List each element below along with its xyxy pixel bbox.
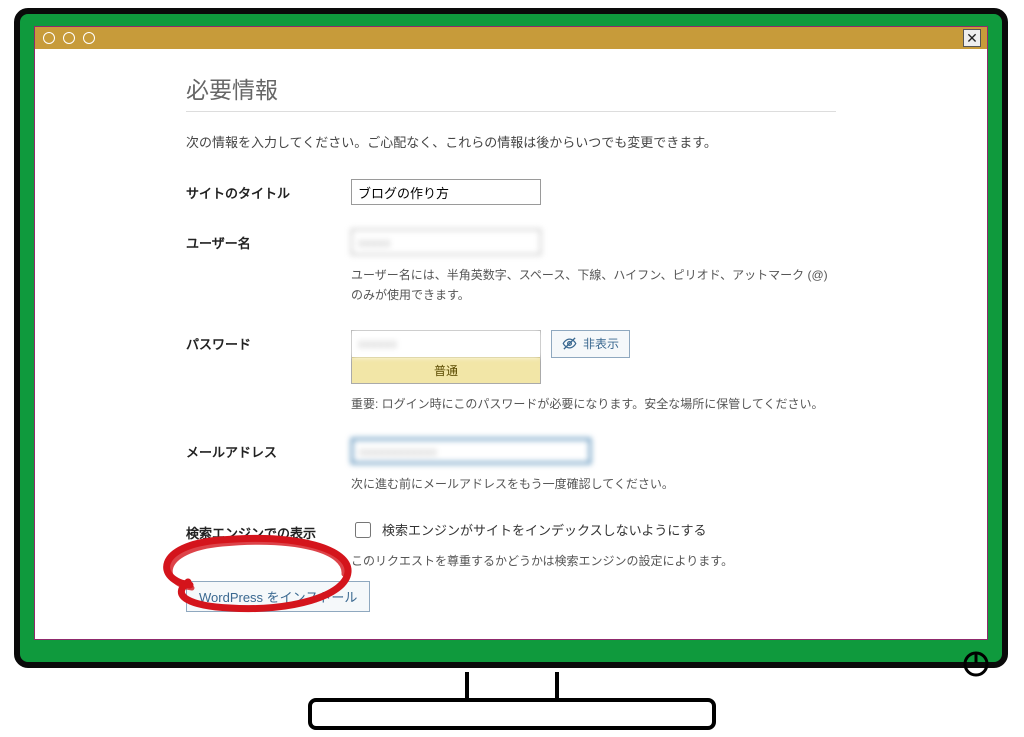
screen-content: 必要情報 次の情報を入力してください。ご心配なく、これらの情報は後からいつでも変… xyxy=(35,49,987,639)
site-title-input[interactable] xyxy=(351,179,541,205)
close-icon: ✕ xyxy=(966,30,978,47)
page-title: 必要情報 xyxy=(186,71,836,105)
password-note: 重要: ログイン時にこのパスワードが必要になります。安全な場所に保管してください… xyxy=(351,394,836,414)
window-title-bar: ✕ xyxy=(35,27,987,50)
label-search-visibility: 検索エンジンでの表示 xyxy=(186,519,341,542)
label-password: パスワード xyxy=(186,330,341,353)
monitor-frame: ✕ 必要情報 次の情報を入力してください。ご心配なく、これらの情報は後からいつで… xyxy=(14,8,1008,668)
row-password: パスワード 普通 xyxy=(186,330,836,414)
username-input[interactable] xyxy=(351,229,541,255)
install-wordpress-button[interactable]: WordPress をインストール xyxy=(186,581,370,612)
window-dot-icon xyxy=(83,32,95,44)
window-dot-icon xyxy=(63,32,75,44)
divider xyxy=(186,111,836,112)
password-field-group: 普通 xyxy=(351,330,541,384)
hide-password-label: 非表示 xyxy=(583,335,619,352)
search-visibility-checkbox[interactable] xyxy=(355,522,371,538)
intro-text: 次の情報を入力してください。ご心配なく、これらの情報は後からいつでも変更できます… xyxy=(186,132,836,151)
window-close-button[interactable]: ✕ xyxy=(963,29,981,47)
row-site-title: サイトのタイトル xyxy=(186,179,836,205)
search-visibility-option[interactable]: 検索エンジンがサイトをインデックスしないようにする xyxy=(351,519,836,541)
password-input[interactable] xyxy=(352,331,540,357)
eye-off-icon xyxy=(562,336,577,351)
row-username: ユーザー名 ユーザー名には、半角英数字、スペース、下線、ハイフン、ピリオド、アッ… xyxy=(186,229,836,306)
email-input[interactable] xyxy=(351,438,591,464)
password-strength-badge: 普通 xyxy=(352,357,540,383)
row-search-visibility: 検索エンジンでの表示 検索エンジンがサイトをインデックスしないようにする このリ… xyxy=(186,519,836,571)
email-hint: 次に進む前にメールアドレスをもう一度確認してください。 xyxy=(351,474,836,494)
search-visibility-checkbox-label: 検索エンジンがサイトをインデックスしないようにする xyxy=(382,520,706,539)
label-username: ユーザー名 xyxy=(186,229,341,252)
hide-password-button[interactable]: 非表示 xyxy=(551,330,630,358)
row-email: メールアドレス 次に進む前にメールアドレスをもう一度確認してください。 xyxy=(186,438,836,494)
monitor-stand-base xyxy=(308,698,716,730)
username-hint: ユーザー名には、半角英数字、スペース、下線、ハイフン、ピリオド、アットマーク (… xyxy=(351,265,836,306)
window-traffic-lights xyxy=(43,32,95,44)
search-visibility-note: このリクエストを尊重するかどうかは検索エンジンの設定によります。 xyxy=(351,551,836,571)
screen: ✕ 必要情報 次の情報を入力してください。ご心配なく、これらの情報は後からいつで… xyxy=(34,26,988,640)
label-email: メールアドレス xyxy=(186,438,341,461)
window-dot-icon xyxy=(43,32,55,44)
label-site-title: サイトのタイトル xyxy=(186,179,341,202)
power-button-icon xyxy=(962,650,990,678)
